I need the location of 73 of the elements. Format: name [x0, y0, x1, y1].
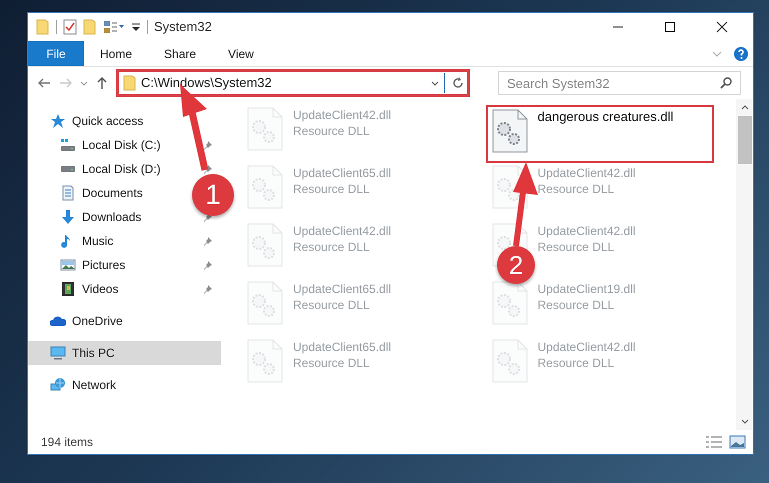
folder-icon — [123, 75, 137, 91]
dll-file-icon — [492, 109, 528, 153]
pin-icon[interactable] — [203, 236, 213, 246]
file-type: Resource DLL — [538, 239, 616, 255]
file-name: dangerous creatures.dll — [538, 109, 674, 125]
monitor-icon — [50, 345, 66, 361]
view-options-icon[interactable] — [103, 20, 125, 34]
file-name: UpdateClient42.dll — [538, 165, 636, 181]
nav-item[interactable]: OneDrive — [28, 309, 221, 333]
down-arrow-icon — [60, 209, 76, 225]
nav-item[interactable]: This PC — [28, 341, 221, 365]
dll-file-icon — [247, 281, 283, 325]
large-icons-view-icon[interactable] — [729, 435, 747, 449]
folder-icon — [36, 19, 50, 35]
file-type: Resource DLL — [293, 181, 371, 197]
dll-file-icon — [492, 281, 528, 325]
address-path: C:\Windows\System32 — [141, 74, 273, 92]
nav-item[interactable]: Quick access — [28, 109, 221, 133]
picture-icon — [60, 257, 76, 273]
search-field[interactable]: Search System32 — [498, 71, 741, 95]
pin-icon[interactable] — [203, 284, 213, 294]
ribbon-tab[interactable]: File — [28, 41, 84, 66]
properties-icon[interactable] — [63, 19, 77, 35]
star-icon — [50, 113, 66, 129]
pin-icon[interactable] — [203, 140, 213, 150]
file-type: Resource DLL — [538, 297, 616, 313]
file-type: Resource DLL — [293, 123, 371, 139]
file-name: UpdateClient19.dll — [538, 281, 636, 297]
dll-file-icon — [247, 339, 283, 383]
ribbon-tab[interactable]: View — [212, 41, 270, 66]
file-name: UpdateClient42.dll — [538, 223, 636, 239]
file-type: Resource DLL — [293, 239, 371, 255]
file-type: Resource DLL — [538, 355, 616, 371]
nav-item[interactable]: Documents — [82, 184, 143, 202]
scrollbar[interactable] — [736, 99, 753, 430]
file-name: UpdateClient65.dll — [293, 339, 392, 355]
dll-file-icon — [247, 107, 283, 151]
drive-icon — [60, 137, 76, 153]
ribbon-tab[interactable]: Home — [84, 41, 148, 66]
nav-item[interactable]: Music — [82, 232, 114, 250]
file-name: UpdateClient42.dll — [293, 223, 392, 239]
details-view-icon[interactable] — [705, 435, 723, 449]
file-name: UpdateClient65.dll — [293, 165, 392, 181]
file-name: UpdateClient42.dll — [538, 339, 636, 355]
file-type: Resource DLL — [293, 355, 371, 371]
pin-icon[interactable] — [203, 260, 213, 270]
new-folder-icon — [83, 19, 97, 35]
file-name: UpdateClient42.dll — [293, 107, 392, 123]
pin-icon[interactable] — [203, 164, 213, 174]
dll-file-icon — [492, 339, 528, 383]
film-icon — [60, 281, 76, 297]
address-bar[interactable]: C:\Windows\System32 — [116, 69, 470, 97]
scroll-thumb[interactable] — [738, 116, 752, 164]
dll-file-icon — [247, 165, 283, 209]
network-icon — [50, 377, 66, 393]
drive-icon — [60, 165, 76, 173]
nav-item[interactable]: Pictures — [82, 256, 126, 274]
item-count: 194 items — [41, 434, 94, 451]
dll-file-icon — [247, 223, 283, 267]
file-type: Resource DLL — [538, 181, 616, 197]
window-title: System32 — [154, 18, 212, 36]
customize-icon[interactable] — [131, 22, 141, 32]
nav-item[interactable]: Local Disk (D:) — [82, 160, 161, 178]
nav-item[interactable]: Downloads — [82, 208, 142, 226]
search-icon[interactable] — [719, 76, 733, 90]
document-icon — [60, 185, 76, 201]
selected-file-item[interactable]: dangerous creatures.dll — [486, 105, 714, 163]
nav-item[interactable]: Local Disk (C:) — [82, 136, 161, 154]
nav-item[interactable]: Network — [28, 373, 221, 397]
ribbon-tab[interactable]: Share — [148, 41, 212, 66]
nav-item[interactable]: Videos — [82, 280, 118, 298]
file-type: Resource DLL — [293, 297, 371, 313]
file-name: UpdateClient65.dll — [293, 281, 392, 297]
